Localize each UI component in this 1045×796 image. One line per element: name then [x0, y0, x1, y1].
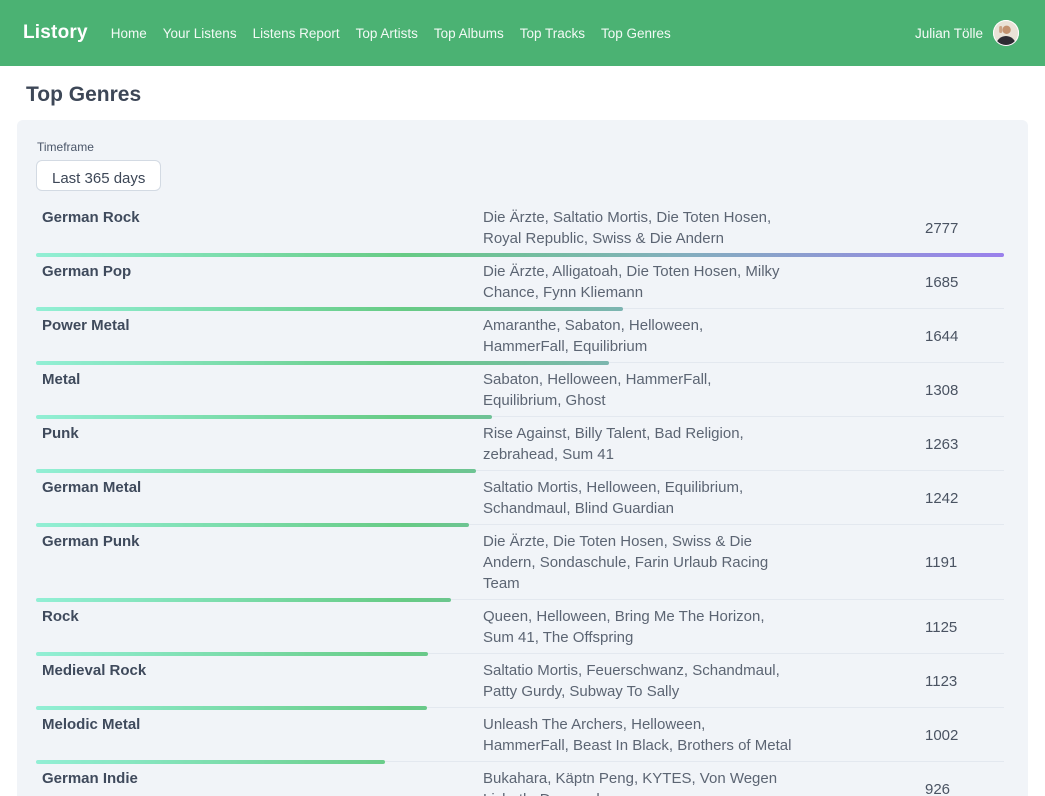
main-nav: Home Your Listens Listens Report Top Art…	[111, 26, 671, 41]
genre-listen-count: 2777	[925, 218, 1004, 239]
genre-progress-bar	[36, 598, 451, 602]
top-genres-card: Timeframe Last 365 days German Rock Die …	[17, 120, 1028, 796]
genre-progress-gradient	[36, 598, 451, 602]
genre-name: German Indie	[36, 768, 483, 796]
nav-item-listens-report[interactable]: Listens Report	[253, 26, 340, 41]
genre-progress-gradient	[36, 307, 623, 311]
genre-listen-count: 1191	[925, 552, 1004, 573]
genre-listen-count: 1263	[925, 434, 1004, 455]
genre-top-artists: Bukahara, Käptn Peng, KYTES, Von Wegen L…	[483, 768, 793, 796]
nav-item-top-tracks[interactable]: Top Tracks	[520, 26, 585, 41]
genre-name: Metal	[36, 369, 483, 411]
genre-top-artists: Saltatio Mortis, Helloween, Equilibrium,…	[483, 477, 793, 519]
app-logo[interactable]: Listory	[23, 22, 88, 44]
genre-listen-count: 1644	[925, 326, 1004, 347]
genre-progress-bar	[36, 361, 609, 365]
row-spacer	[793, 261, 925, 303]
genre-row: Punk Rise Against, Billy Talent, Bad Rel…	[36, 417, 1004, 471]
genre-name: Punk	[36, 423, 483, 465]
nav-item-your-listens[interactable]: Your Listens	[163, 26, 237, 41]
genre-top-artists: Sabaton, Helloween, HammerFall, Equilibr…	[483, 369, 793, 411]
genre-top-artists: Die Ärzte, Saltatio Mortis, Die Toten Ho…	[483, 207, 793, 249]
genre-top-artists: Saltatio Mortis, Feuerschwanz, Schandmau…	[483, 660, 793, 702]
genre-row: German Metal Saltatio Mortis, Helloween,…	[36, 471, 1004, 525]
genre-progress-gradient	[36, 253, 1004, 257]
genre-progress-bar	[36, 415, 492, 419]
genre-top-artists: Rise Against, Billy Talent, Bad Religion…	[483, 423, 793, 465]
row-spacer	[793, 606, 925, 648]
genre-row: Rock Queen, Helloween, Bring Me The Hori…	[36, 600, 1004, 654]
genre-progress-bar	[36, 523, 469, 527]
row-spacer	[793, 660, 925, 702]
timeframe-select[interactable]: Last 365 days	[36, 160, 161, 191]
row-spacer	[793, 207, 925, 249]
genre-top-artists: Die Ärzte, Die Toten Hosen, Swiss & Die …	[483, 531, 793, 594]
genre-name: Rock	[36, 606, 483, 648]
row-spacer	[793, 531, 925, 594]
genre-name: Melodic Metal	[36, 714, 483, 756]
genre-progress-gradient	[36, 361, 609, 365]
genre-row: Metal Sabaton, Helloween, HammerFall, Eq…	[36, 363, 1004, 417]
genre-row: Melodic Metal Unleash The Archers, Hello…	[36, 708, 1004, 762]
genre-progress-bar	[36, 760, 385, 764]
nav-item-home[interactable]: Home	[111, 26, 147, 41]
genre-row: German Indie Bukahara, Käptn Peng, KYTES…	[36, 762, 1004, 796]
genre-listen-count: 1242	[925, 488, 1004, 509]
user-name: Julian Tölle	[915, 26, 983, 41]
nav-item-top-genres[interactable]: Top Genres	[601, 26, 671, 41]
genre-progress-gradient	[36, 706, 427, 710]
genre-name: German Rock	[36, 207, 483, 249]
row-spacer	[793, 423, 925, 465]
genre-listen-count: 1002	[925, 725, 1004, 746]
user-avatar-icon[interactable]	[993, 20, 1019, 46]
genre-top-artists: Unleash The Archers, Helloween, HammerFa…	[483, 714, 793, 756]
genre-list: German Rock Die Ärzte, Saltatio Mortis, …	[36, 201, 1004, 796]
genre-listen-count: 1685	[925, 272, 1004, 293]
row-spacer	[793, 477, 925, 519]
genre-progress-bar	[36, 469, 476, 473]
genre-top-artists: Die Ärzte, Alligatoah, Die Toten Hosen, …	[483, 261, 793, 303]
genre-progress-bar	[36, 307, 623, 311]
row-spacer	[793, 714, 925, 756]
timeframe-label: Timeframe	[37, 140, 1004, 154]
row-spacer	[793, 315, 925, 357]
top-navigation-bar: Listory Home Your Listens Listens Report…	[0, 0, 1045, 66]
genre-name: Medieval Rock	[36, 660, 483, 702]
genre-progress-bar	[36, 706, 427, 710]
genre-listen-count: 1123	[925, 671, 1004, 692]
genre-row: Power Metal Amaranthe, Sabaton, Hellowee…	[36, 309, 1004, 363]
genre-name: German Pop	[36, 261, 483, 303]
genre-listen-count: 1308	[925, 380, 1004, 401]
genre-progress-bar	[36, 253, 1004, 257]
genre-listen-count: 926	[925, 779, 1004, 796]
row-spacer	[793, 768, 925, 796]
page-title: Top Genres	[0, 66, 1045, 120]
genre-progress-gradient	[36, 652, 428, 656]
row-spacer	[793, 369, 925, 411]
genre-listen-count: 1125	[925, 617, 1004, 638]
genre-row: German Rock Die Ärzte, Saltatio Mortis, …	[36, 201, 1004, 255]
genre-row: German Punk Die Ärzte, Die Toten Hosen, …	[36, 525, 1004, 600]
genre-row: German Pop Die Ärzte, Alligatoah, Die To…	[36, 255, 1004, 309]
genre-progress-gradient	[36, 415, 492, 419]
user-menu[interactable]: Julian Tölle	[915, 20, 1019, 46]
genre-top-artists: Amaranthe, Sabaton, Helloween, HammerFal…	[483, 315, 793, 357]
genre-name: German Metal	[36, 477, 483, 519]
genre-name: Power Metal	[36, 315, 483, 357]
genre-progress-bar	[36, 652, 428, 656]
genre-progress-gradient	[36, 523, 469, 527]
nav-item-top-albums[interactable]: Top Albums	[434, 26, 504, 41]
genre-row: Medieval Rock Saltatio Mortis, Feuerschw…	[36, 654, 1004, 708]
genre-progress-gradient	[36, 469, 476, 473]
genre-top-artists: Queen, Helloween, Bring Me The Horizon, …	[483, 606, 793, 648]
nav-item-top-artists[interactable]: Top Artists	[356, 26, 418, 41]
genre-progress-gradient	[36, 760, 385, 764]
genre-name: German Punk	[36, 531, 483, 594]
